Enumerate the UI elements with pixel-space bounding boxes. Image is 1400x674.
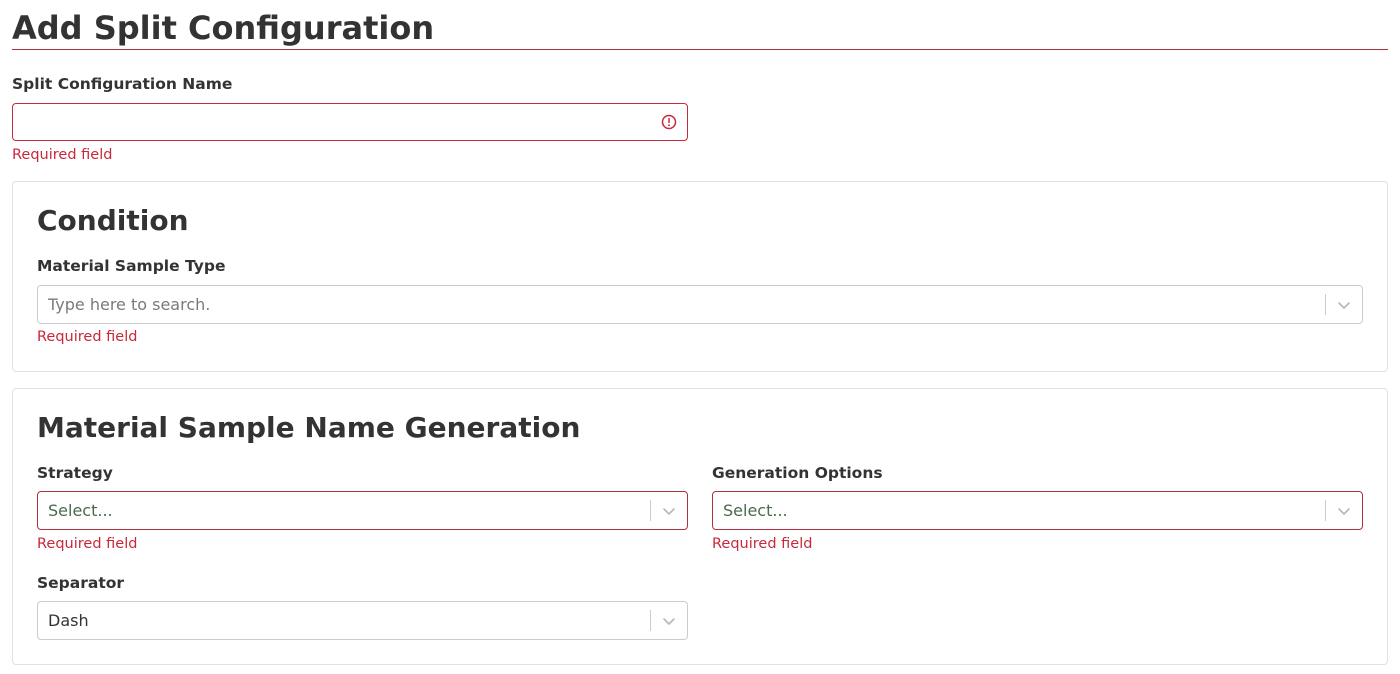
strategy-error: Required field — [37, 536, 138, 552]
generation-options-select[interactable]: Select... — [712, 491, 1363, 530]
name-generation-title: Material Sample Name Generation — [37, 411, 581, 444]
strategy-placeholder: Select... — [48, 501, 113, 520]
select-separator — [650, 610, 651, 631]
select-separator — [1325, 500, 1326, 521]
split-configuration-name-error: Required field — [12, 147, 113, 163]
material-sample-type-label: Material Sample Type — [37, 257, 226, 275]
condition-card: Condition Material Sample Type Type here… — [12, 181, 1388, 372]
generation-options-placeholder: Select... — [723, 501, 788, 520]
generation-options-error: Required field — [712, 536, 813, 552]
select-separator — [1325, 294, 1326, 315]
select-separator — [650, 500, 651, 521]
generation-options-label: Generation Options — [712, 464, 883, 482]
split-configuration-name-label: Split Configuration Name — [12, 75, 233, 93]
material-sample-type-error: Required field — [37, 329, 138, 345]
chevron-down-icon[interactable] — [1334, 501, 1354, 521]
split-configuration-name-input[interactable] — [12, 103, 688, 141]
chevron-down-icon[interactable] — [1334, 295, 1354, 315]
title-divider — [12, 49, 1388, 50]
page-title: Add Split Configuration — [12, 9, 435, 47]
separator-select[interactable]: Dash — [37, 601, 688, 640]
chevron-down-icon[interactable] — [659, 611, 679, 631]
separator-value: Dash — [48, 611, 89, 630]
material-sample-type-placeholder: Type here to search. — [48, 295, 211, 314]
condition-title: Condition — [37, 204, 189, 237]
exclamation-circle-icon — [661, 114, 677, 130]
strategy-label: Strategy — [37, 464, 113, 482]
strategy-select[interactable]: Select... — [37, 491, 688, 530]
name-generation-card: Material Sample Name Generation Strategy… — [12, 388, 1388, 665]
add-split-configuration-page: Add Split Configuration Split Configurat… — [0, 0, 1400, 674]
chevron-down-icon[interactable] — [659, 501, 679, 521]
separator-label: Separator — [37, 574, 125, 592]
material-sample-type-select[interactable]: Type here to search. — [37, 285, 1363, 324]
